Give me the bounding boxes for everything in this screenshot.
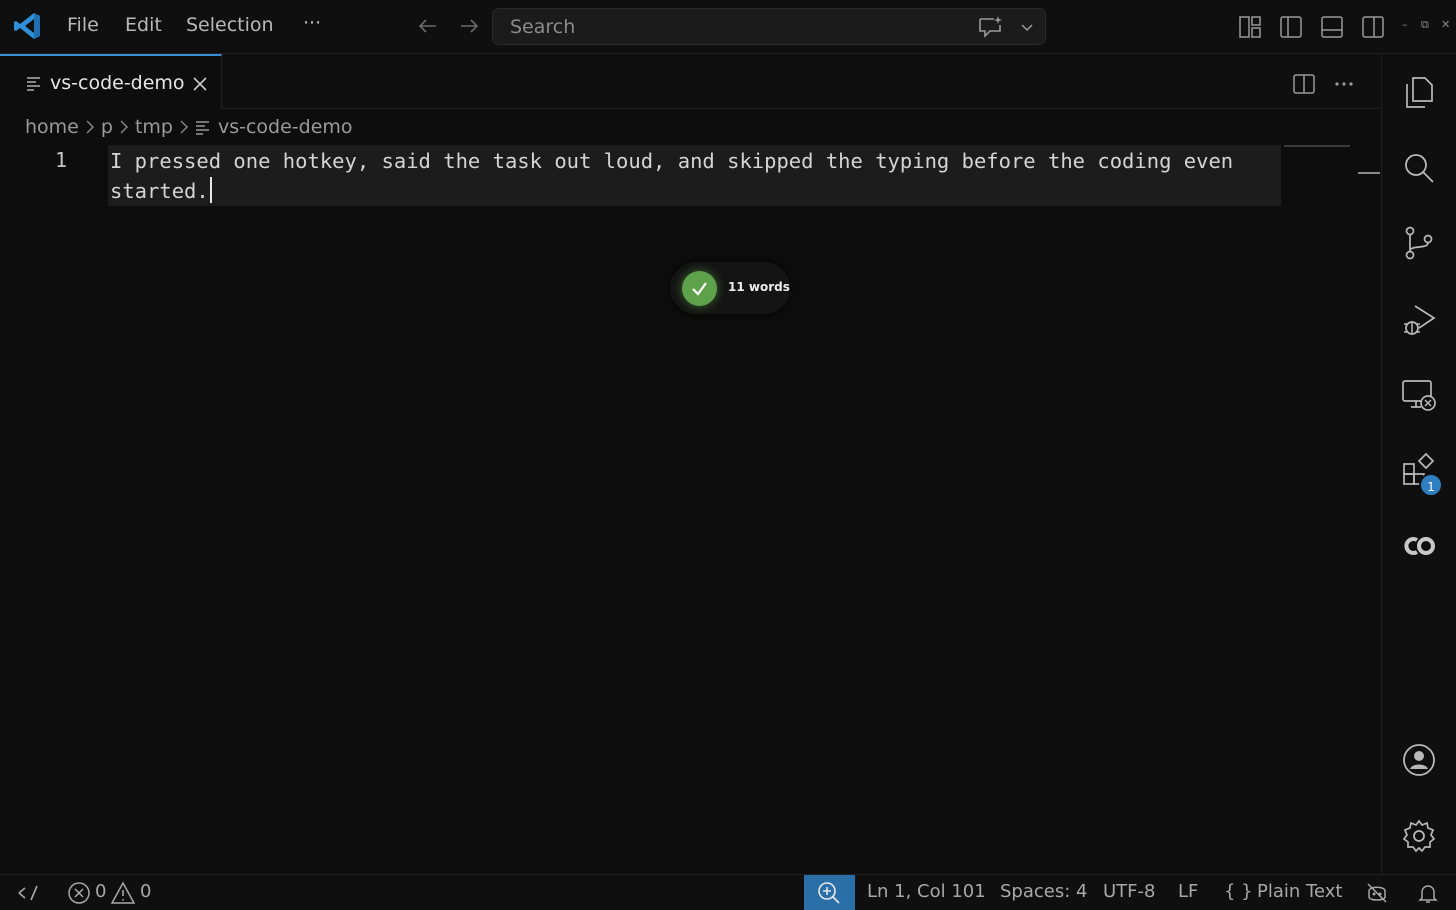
- copilot-chat-icon[interactable]: [977, 15, 1003, 39]
- chevron-right-icon: [120, 120, 128, 134]
- toggle-secondary-sidebar-icon[interactable]: [1360, 14, 1386, 40]
- title-bar: File Edit Selection ··· Search – ⧉ ✕: [0, 0, 1456, 54]
- menu-file[interactable]: File: [67, 14, 99, 36]
- arrow-left-icon[interactable]: [415, 13, 441, 39]
- code-line[interactable]: I pressed one hotkey, said the task out …: [110, 146, 1270, 206]
- customize-layout-icon[interactable]: [1237, 14, 1263, 40]
- source-control-icon[interactable]: [1401, 225, 1437, 261]
- zoom-in-icon: [818, 882, 840, 904]
- extensions-badge: 1: [1419, 473, 1443, 497]
- vscode-logo-icon: [14, 13, 40, 39]
- overview-ruler-mark: [1358, 172, 1380, 174]
- cursor-position[interactable]: Ln 1, Col 101: [867, 881, 986, 902]
- indentation[interactable]: Spaces: 4: [1000, 881, 1087, 902]
- line-number: 1: [55, 148, 68, 172]
- chevron-down-icon[interactable]: [1019, 19, 1035, 35]
- restore-button[interactable]: ⧉: [1421, 18, 1429, 32]
- zoom-indicator-button[interactable]: [804, 875, 855, 910]
- arrow-right-icon[interactable]: [456, 13, 482, 39]
- dictation-toast: 11 words: [670, 262, 790, 314]
- close-window-button[interactable]: ✕: [1441, 18, 1450, 31]
- copilot-status-icon[interactable]: [1365, 881, 1389, 905]
- end-of-line[interactable]: LF: [1178, 881, 1198, 902]
- split-editor-icon[interactable]: [1292, 72, 1316, 96]
- error-count[interactable]: 0: [95, 881, 106, 902]
- warning-count[interactable]: 0: [140, 881, 151, 902]
- word-count-message: 11 words: [728, 280, 790, 294]
- text-file-icon: [27, 77, 40, 91]
- command-center-search[interactable]: Search: [492, 8, 1046, 45]
- more-actions-icon[interactable]: [1332, 72, 1356, 96]
- warning-icon[interactable]: [111, 881, 135, 905]
- breadcrumb-p[interactable]: p: [101, 116, 113, 138]
- code-text: I pressed one hotkey, said the task out …: [110, 149, 1246, 203]
- remote-explorer-icon[interactable]: [1401, 377, 1437, 413]
- toggle-panel-icon[interactable]: [1319, 14, 1345, 40]
- copilot-icon[interactable]: [1401, 528, 1437, 564]
- menu-selection[interactable]: Selection: [186, 14, 274, 36]
- encoding[interactable]: UTF-8: [1103, 881, 1155, 902]
- remote-indicator-icon[interactable]: [16, 881, 40, 905]
- breadcrumb-file[interactable]: vs-code-demo: [218, 116, 353, 138]
- bell-icon[interactable]: [1416, 881, 1440, 905]
- tab-vs-code-demo[interactable]: vs-code-demo: [0, 54, 222, 109]
- explorer-icon[interactable]: [1401, 74, 1437, 110]
- breadcrumb-tmp[interactable]: tmp: [135, 116, 173, 138]
- text-file-icon: [195, 120, 209, 135]
- text-cursor: [209, 177, 212, 203]
- tab-label: vs-code-demo: [50, 72, 185, 94]
- language-mode[interactable]: Plain Text: [1257, 881, 1342, 902]
- breadcrumb-home[interactable]: home: [25, 116, 79, 138]
- chevron-right-icon: [180, 120, 188, 134]
- menu-edit[interactable]: Edit: [125, 14, 162, 36]
- activity-bar: 1: [1381, 54, 1456, 874]
- status-bar: 0 0 Ln 1, Col 101 Spaces: 4 UTF-8 LF { }…: [0, 874, 1456, 910]
- toggle-primary-sidebar-icon[interactable]: [1278, 14, 1304, 40]
- search-placeholder: Search: [510, 16, 576, 38]
- error-icon[interactable]: [67, 881, 91, 905]
- breadcrumb: home p tmp vs-code-demo: [25, 114, 353, 140]
- language-braces[interactable]: { }: [1224, 881, 1253, 902]
- chevron-right-icon: [86, 120, 94, 134]
- success-badge: [682, 271, 717, 306]
- checkmark-icon: [692, 282, 707, 296]
- settings-icon[interactable]: [1401, 818, 1437, 854]
- search-icon[interactable]: [1401, 150, 1437, 186]
- accounts-icon[interactable]: [1401, 742, 1437, 778]
- minimize-button[interactable]: –: [1402, 18, 1408, 31]
- close-icon[interactable]: [191, 75, 209, 93]
- tab-bar: vs-code-demo: [0, 54, 1380, 109]
- menu-more[interactable]: ···: [303, 12, 321, 34]
- editor-area[interactable]: 1 I pressed one hotkey, said the task ou…: [0, 142, 1380, 874]
- run-debug-icon[interactable]: [1401, 302, 1437, 338]
- minimap-line[interactable]: [1284, 145, 1350, 147]
